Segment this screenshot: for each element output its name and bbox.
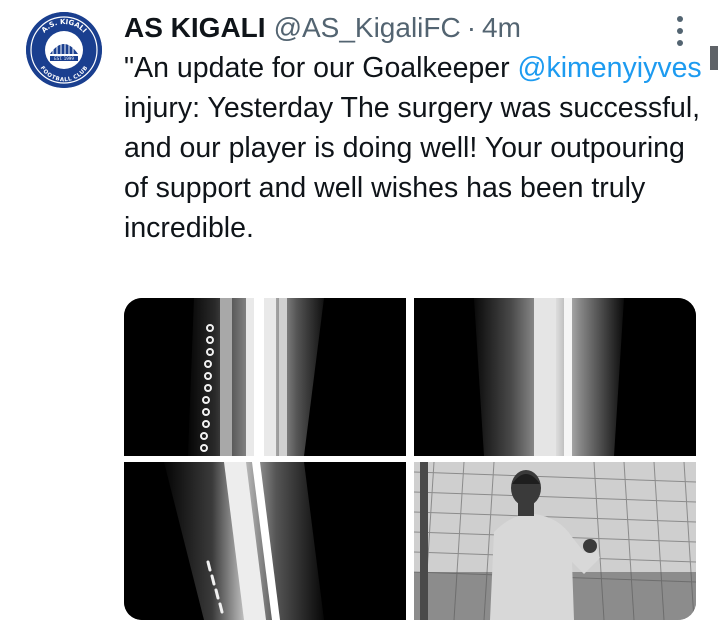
- xray-image-3[interactable]: [124, 462, 406, 620]
- tweet-text-part: injury: Yesterday The surgery was succes…: [124, 92, 701, 244]
- more-dot: [677, 40, 683, 46]
- mention-link[interactable]: @kimenyiyves: [518, 52, 702, 84]
- tweet-text: "An update for our Goalkeeper @kimenyiyv…: [124, 48, 704, 248]
- xray-image-1[interactable]: [124, 298, 406, 456]
- user-handle[interactable]: @AS_KigaliFC: [274, 12, 461, 44]
- xray-image-2: [414, 298, 696, 456]
- svg-text:EST. 1999: EST. 1999: [54, 56, 74, 61]
- club-crest-icon: EST. 1999 A.S. KIGALI FOOTBALL CLUB: [26, 12, 102, 88]
- goalkeeper-photo[interactable]: [414, 462, 696, 620]
- tweet-header: AS KIGALI @AS_KigaliFC · 4m: [124, 8, 521, 48]
- xray-image-1: [124, 298, 406, 456]
- xray-image-3: [124, 462, 406, 620]
- xray-image-2[interactable]: [414, 298, 696, 456]
- more-dot: [677, 16, 683, 22]
- more-dot: [677, 28, 683, 34]
- timestamp[interactable]: 4m: [482, 12, 521, 44]
- tweet-text-part: "An update for our Goalkeeper: [124, 52, 518, 84]
- scrollbar[interactable]: [710, 46, 718, 70]
- media-grid: [124, 298, 696, 620]
- goalkeeper-photo: [414, 462, 696, 620]
- separator-dot: ·: [466, 12, 477, 43]
- more-options-icon[interactable]: [668, 14, 692, 48]
- tweet-card[interactable]: EST. 1999 A.S. KIGALI FOOTBALL CLUB AS K…: [0, 0, 720, 627]
- display-name[interactable]: AS KIGALI: [124, 12, 266, 44]
- avatar[interactable]: EST. 1999 A.S. KIGALI FOOTBALL CLUB: [26, 12, 102, 88]
